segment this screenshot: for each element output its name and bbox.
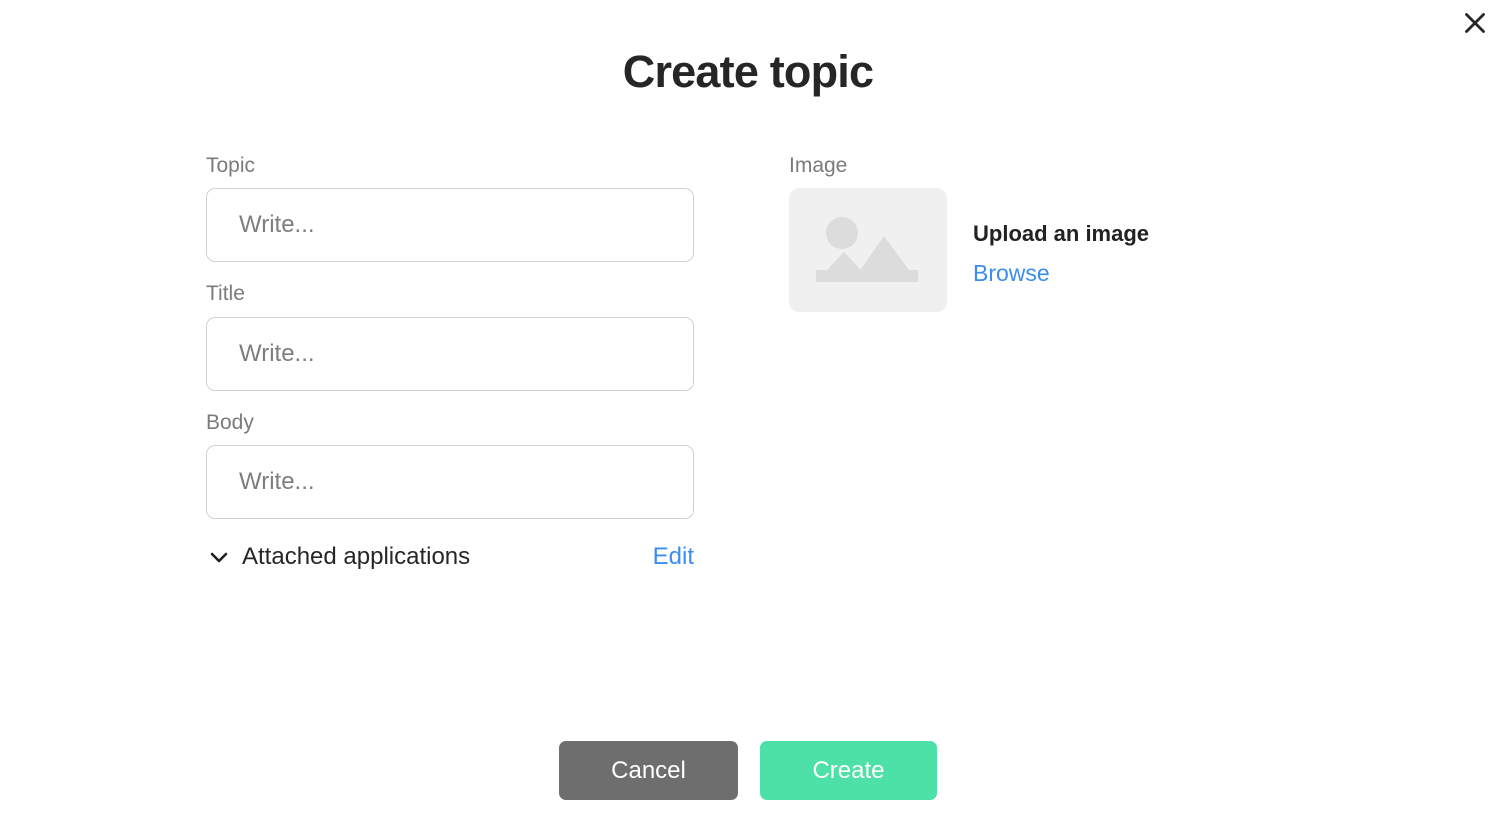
field-title: Title: [206, 280, 694, 391]
upload-image-heading: Upload an image: [973, 221, 1150, 247]
page-title: Create topic: [622, 46, 874, 97]
image-upload-row: Upload an image Browse: [789, 188, 1269, 313]
image-label: Image: [789, 154, 848, 177]
cancel-button[interactable]: Cancel: [559, 741, 738, 800]
close-dialog-button[interactable]: [1457, 5, 1493, 41]
browse-image-link[interactable]: Browse: [973, 260, 1050, 286]
image-upload-dropzone[interactable]: [789, 188, 947, 313]
body-label: Body: [206, 410, 254, 434]
body-input[interactable]: [206, 444, 694, 519]
field-topic: Topic: [206, 152, 694, 263]
dialog-footer: Cancel Create: [0, 741, 1496, 800]
form-left-column: Topic Title Body Attached applications E…: [206, 152, 694, 572]
title-label: Title: [206, 282, 245, 306]
attached-applications-label[interactable]: Attached applications: [242, 543, 470, 572]
image-placeholder-icon: [808, 202, 928, 299]
edit-attached-applications-link[interactable]: Edit: [653, 543, 694, 572]
close-icon: [1464, 12, 1486, 34]
form-right-column: Image Upload an image Browse: [789, 152, 1269, 313]
attached-applications-row: Attached applications Edit: [206, 543, 694, 572]
field-body: Body: [206, 409, 694, 519]
title-input[interactable]: [206, 316, 694, 391]
topic-input[interactable]: [206, 188, 694, 263]
form-columns: Topic Title Body Attached applications E…: [206, 152, 1306, 572]
chevron-down-icon[interactable]: [206, 544, 232, 570]
image-upload-text: Upload an image Browse: [973, 188, 1149, 287]
create-topic-form: Topic Title Body Attached applications E…: [206, 152, 1306, 572]
topic-label: Topic: [206, 154, 256, 177]
create-button[interactable]: Create: [760, 741, 937, 800]
